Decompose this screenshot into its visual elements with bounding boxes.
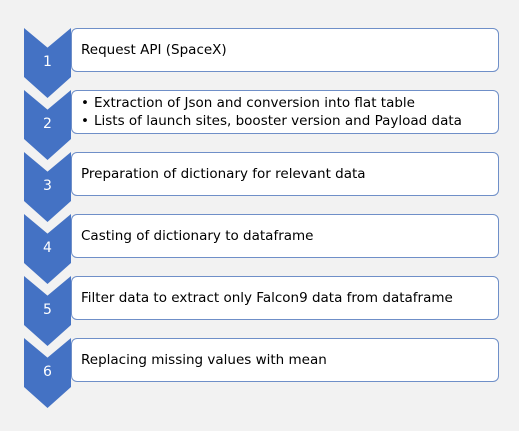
step-2-bullet-2: Lists of launch sites, booster version a… [81, 112, 498, 130]
step-3-box: Preparation of dictionary for relevant d… [71, 152, 499, 196]
step-6-number: 6 [43, 364, 52, 380]
step-2-bullet-1: Extraction of Json and conversion into f… [81, 94, 498, 112]
process-flow-diagram: 1 Request API (SpaceX) 2 Extraction of J… [0, 0, 519, 431]
step-2-number: 2 [43, 116, 52, 132]
step-6-box: Replacing missing values with mean [71, 338, 499, 382]
step-3-number: 3 [43, 178, 52, 194]
step-2-box: Extraction of Json and conversion into f… [71, 90, 499, 134]
step-5-box: Filter data to extract only Falcon9 data… [71, 276, 499, 320]
step-4-number: 4 [43, 240, 52, 256]
step-4-box: Casting of dictionary to dataframe [71, 214, 499, 258]
step-1-box: Request API (SpaceX) [71, 28, 499, 72]
step-4-text: Casting of dictionary to dataframe [81, 228, 314, 244]
step-1-text: Request API (SpaceX) [81, 42, 227, 58]
step-1-number: 1 [43, 54, 52, 70]
step-6-text: Replacing missing values with mean [81, 352, 327, 368]
step-5-text: Filter data to extract only Falcon9 data… [81, 290, 453, 306]
step-3-text: Preparation of dictionary for relevant d… [81, 166, 366, 182]
step-5-number: 5 [43, 302, 52, 318]
